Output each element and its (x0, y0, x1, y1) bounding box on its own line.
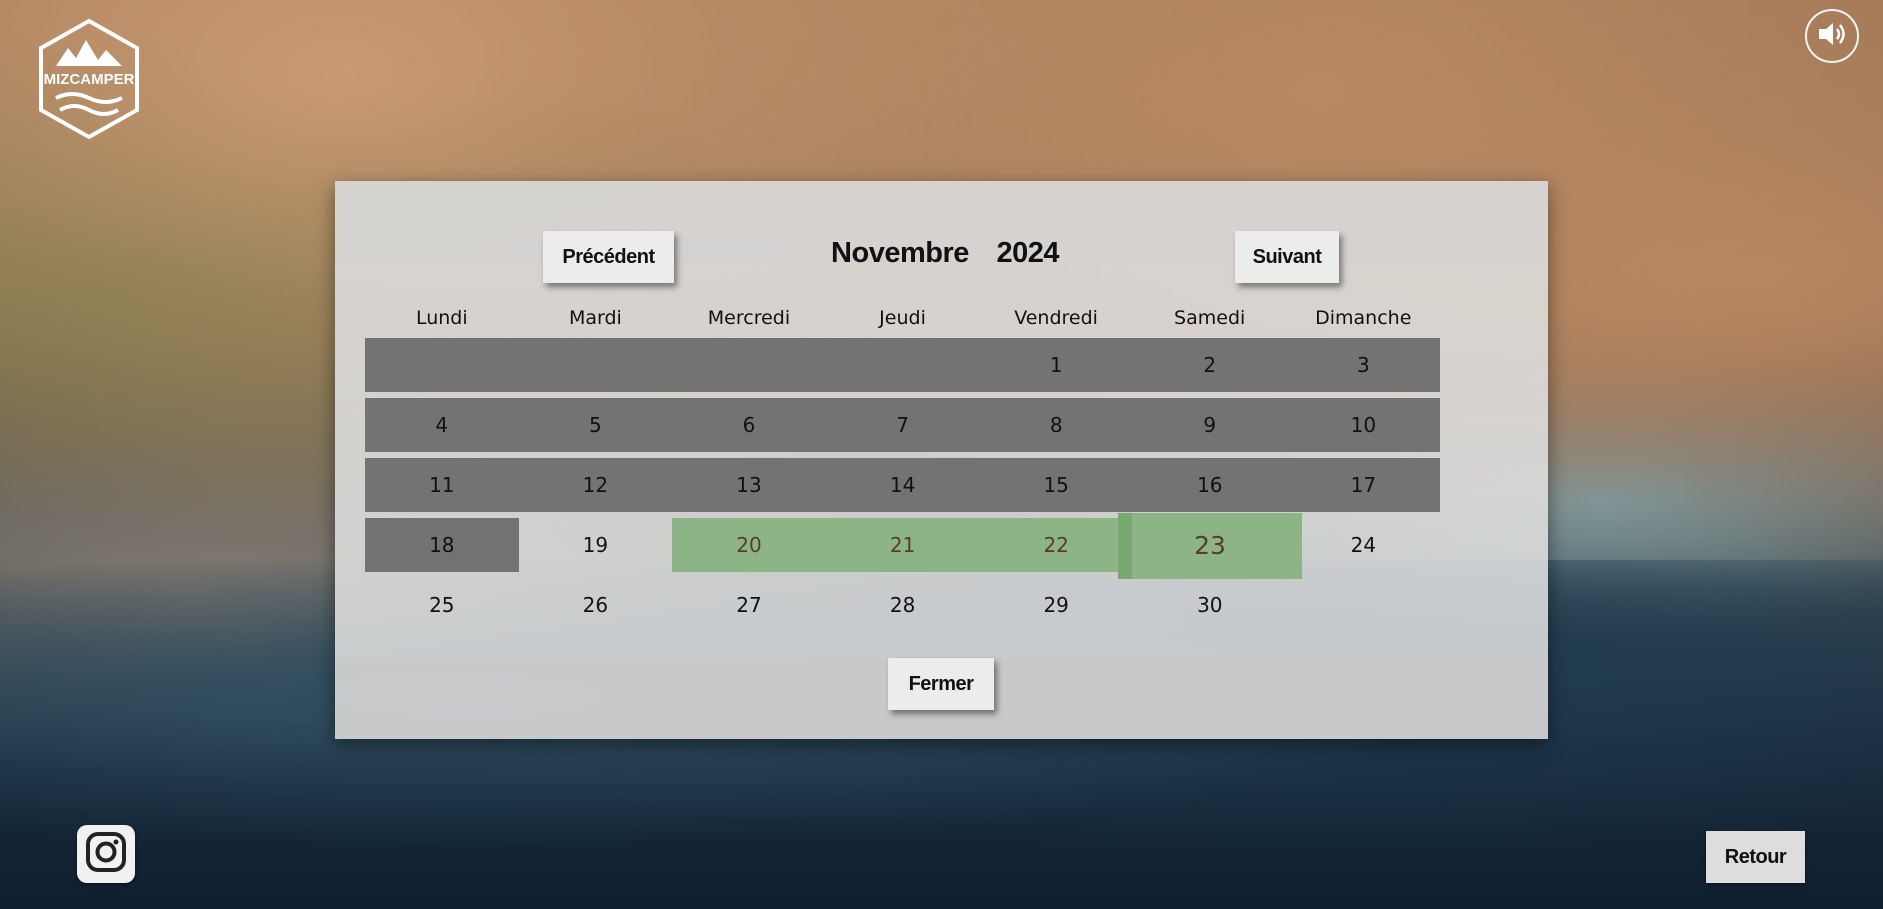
calendar-day: 7 (896, 413, 909, 437)
calendar-day: 3 (1357, 353, 1370, 377)
calendar-day-available[interactable]: 25 (365, 578, 519, 632)
calendar-day-available[interactable]: 19 (519, 518, 673, 572)
back-button[interactable]: Retour (1706, 831, 1805, 883)
calendar-day-available[interactable]: 29 (979, 578, 1133, 632)
month-name: Novembre (831, 237, 969, 269)
calendar-day-available[interactable]: 28 (826, 578, 980, 632)
calendar-day (672, 338, 826, 392)
calendar-day-available[interactable]: 30 (1133, 578, 1287, 632)
weekday-label: Samedi (1174, 307, 1246, 329)
weekday-header: Lundi Mardi Mercredi Jeudi Vendredi Same… (365, 307, 1440, 329)
calendar-day: 2 (1203, 353, 1217, 377)
calendar-day-available[interactable]: 24 (1287, 518, 1441, 572)
calendar-day: 6 (742, 413, 756, 437)
calendar-day: 13 (736, 473, 762, 497)
year: 2024 (996, 237, 1059, 269)
calendar-day (1287, 578, 1441, 632)
calendar-day (519, 338, 673, 392)
calendar-modal: Précédent Novembre 2024 Suivant Lundi Ma… (335, 181, 1548, 739)
next-month-button[interactable]: Suivant (1235, 231, 1339, 283)
calendar-day: 11 (429, 473, 455, 497)
week-row: 4 5 6 7 8 9 10 (365, 398, 1440, 458)
calendar-day: 14 (889, 473, 916, 497)
calendar-day-available[interactable]: 26 (519, 578, 673, 632)
mizcamper-logo[interactable]: MIZCAMPER (36, 18, 142, 140)
calendar-day-selected[interactable]: 20 (672, 518, 826, 572)
calendar-day: 17 (1350, 473, 1377, 497)
calendar-day (826, 338, 980, 392)
weekday-label: Dimanche (1315, 307, 1412, 329)
calendar-grid: 1 2 3 4 5 6 7 8 9 10 11 12 13 14 15 16 1… (365, 338, 1440, 638)
instagram-icon (85, 831, 127, 877)
calendar-day: 10 (1350, 413, 1377, 437)
calendar-day: 8 (1049, 413, 1063, 437)
weekday-label: Mardi (568, 307, 622, 329)
calendar-day: 5 (589, 413, 602, 437)
weekday-label: Mercredi (707, 307, 791, 329)
calendar-day-selected[interactable]: 22 (979, 518, 1133, 572)
speaker-icon (1817, 20, 1847, 52)
calendar-day: 18 (429, 533, 455, 557)
calendar-day: 15 (1043, 473, 1069, 497)
calendar-day: 16 (1197, 473, 1223, 497)
calendar-day-available[interactable]: 27 (672, 578, 826, 632)
week-row: 1 2 3 (365, 338, 1440, 398)
calendar-day: 4 (435, 413, 449, 437)
weekday-label: Vendredi (1014, 307, 1098, 329)
calendar-day: 12 (582, 473, 609, 497)
calendar-day (365, 338, 519, 392)
week-row: 25 26 27 28 29 30 (365, 578, 1440, 638)
previous-month-button[interactable]: Précédent (543, 231, 674, 283)
instagram-link[interactable] (77, 825, 135, 883)
week-row: 11 12 13 14 15 16 17 (365, 458, 1440, 518)
calendar-day: 1 (1049, 353, 1063, 377)
close-calendar-button[interactable]: Fermer (888, 658, 994, 710)
month-year-title: Novembre 2024 (775, 237, 1115, 270)
calendar-day-selected-end[interactable]: 23 (1118, 513, 1302, 579)
weekday-label: Lundi (415, 307, 468, 329)
logo-text: MIZCAMPER (44, 71, 135, 88)
calendar-day: 9 (1203, 413, 1217, 437)
weekday-label: Jeudi (879, 307, 926, 329)
sound-toggle-button[interactable] (1805, 9, 1859, 63)
calendar-day-selected[interactable]: 21 (826, 518, 980, 572)
